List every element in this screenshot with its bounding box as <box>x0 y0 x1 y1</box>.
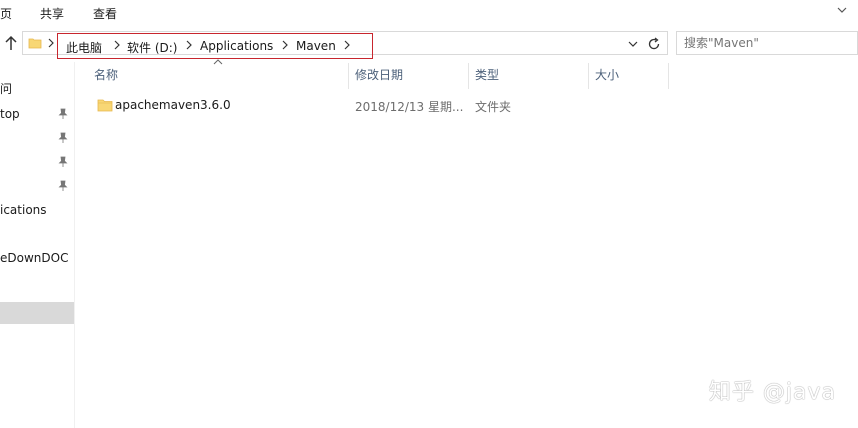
sort-up-icon <box>213 59 223 65</box>
nav-item-label: ications <box>0 203 47 217</box>
column-header-name[interactable]: 名称 <box>94 63 118 89</box>
pin-icon[interactable] <box>58 132 68 144</box>
column-header-modified[interactable]: 修改日期 <box>355 63 403 89</box>
column-divider[interactable] <box>588 63 589 89</box>
column-divider[interactable] <box>348 63 349 89</box>
chevron-right-icon[interactable] <box>185 40 193 50</box>
pane-divider <box>74 62 75 428</box>
breadcrumb-drive-d[interactable]: 软件 (D:) <box>127 39 177 56</box>
chevron-right-icon[interactable] <box>281 40 289 50</box>
chevron-down-icon[interactable] <box>627 39 639 49</box>
file-name: apachemaven3.6.0 <box>115 98 231 112</box>
search-box[interactable] <box>676 31 858 55</box>
address-row: 此电脑 软件 (D:) Applications Maven <box>0 29 858 59</box>
up-arrow-icon[interactable] <box>2 33 20 53</box>
folder-icon <box>97 99 113 112</box>
ribbon: 页 共享 查看 <box>0 0 858 25</box>
file-row[interactable]: apachemaven3.6.0 2018/12/13 星期... 文件夹 <box>88 94 588 116</box>
chevron-right-icon[interactable] <box>113 40 121 50</box>
file-modified: 2018/12/13 星期... <box>355 100 464 114</box>
tab-view[interactable]: 查看 <box>93 5 117 22</box>
nav-item[interactable]: 问 <box>0 78 74 100</box>
watermark: 知乎 @java <box>708 380 836 405</box>
search-input[interactable] <box>677 32 847 54</box>
tab-page[interactable]: 页 <box>0 5 12 22</box>
nav-item[interactable]: ications <box>0 199 74 221</box>
breadcrumb-this-pc[interactable]: 此电脑 <box>66 39 102 56</box>
column-divider[interactable] <box>668 63 669 89</box>
folder-icon <box>28 38 42 49</box>
breadcrumb-maven[interactable]: Maven <box>296 39 336 53</box>
breadcrumb: 此电脑 软件 (D:) Applications Maven <box>57 33 373 59</box>
column-header-type[interactable]: 类型 <box>475 63 499 89</box>
breadcrumb-applications[interactable]: Applications <box>200 39 273 53</box>
file-type: 文件夹 <box>475 100 512 114</box>
refresh-icon[interactable] <box>645 35 663 53</box>
pin-icon[interactable] <box>58 156 68 168</box>
address-bar[interactable]: 此电脑 软件 (D:) Applications Maven <box>22 31 668 59</box>
pin-icon[interactable] <box>58 108 68 120</box>
tab-share[interactable]: 共享 <box>40 5 64 22</box>
nav-item-label: 问 <box>0 82 13 96</box>
nav-item-label: top <box>0 107 20 121</box>
column-divider[interactable] <box>468 63 469 89</box>
chevron-right-icon[interactable] <box>343 40 351 50</box>
nav-item-label: eDownDOC <box>0 251 69 265</box>
navigation-pane: 问 top ications eDownDOC <box>0 62 74 428</box>
pin-icon[interactable] <box>58 180 68 192</box>
chevron-down-icon[interactable] <box>836 4 848 16</box>
nav-item[interactable]: eDownDOC <box>0 247 74 269</box>
column-header-size[interactable]: 大小 <box>595 63 619 89</box>
nav-item-selected[interactable] <box>0 302 74 324</box>
chevron-right-icon[interactable] <box>47 38 55 48</box>
